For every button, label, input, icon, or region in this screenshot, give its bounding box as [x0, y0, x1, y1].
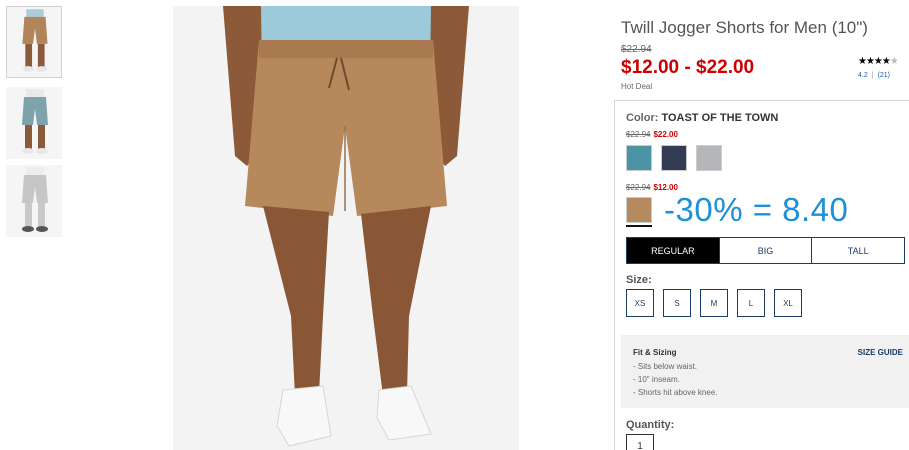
- fit-tabs: REGULAR BIG TALL: [626, 237, 905, 264]
- selected-swatch-indicator: [626, 225, 652, 227]
- size-label: Size:: [626, 274, 652, 286]
- size-option-l[interactable]: L: [737, 289, 765, 317]
- swatch-grey[interactable]: [696, 145, 722, 171]
- color-label: Color:: [626, 112, 659, 124]
- original-price: $22.94: [621, 44, 652, 55]
- size-option-m[interactable]: M: [700, 289, 728, 317]
- thumbnail-blue[interactable]: [6, 87, 62, 159]
- selected-color-name: TOAST OF THE TOWN: [661, 112, 779, 124]
- main-product-image[interactable]: [173, 6, 519, 450]
- khaki-shorts-thumbnail-image: [7, 7, 61, 77]
- product-title: Twill Jogger Shorts for Men (10"): [621, 18, 868, 37]
- khaki-shorts-photo: [173, 6, 519, 450]
- tab-regular[interactable]: REGULAR: [627, 238, 720, 263]
- fit-bullet: - Shorts hit above knee.: [633, 388, 718, 397]
- thumbnail-khaki[interactable]: [6, 6, 62, 78]
- size-option-s[interactable]: S: [663, 289, 691, 317]
- grey-shorts-thumbnail-image: [6, 165, 62, 237]
- rating-summary[interactable]: 4.2 | (21): [858, 72, 890, 79]
- size-guide-link[interactable]: SIZE GUIDE: [858, 348, 903, 357]
- blue-shorts-thumbnail-image: [6, 87, 62, 159]
- hot-deal-label: Hot Deal: [621, 82, 653, 91]
- size-option-xl[interactable]: XL: [774, 289, 802, 317]
- group2-original-price: $22.94: [626, 183, 651, 192]
- star-empty-icon: ★: [889, 56, 899, 67]
- sale-price-range: $12.00 - $22.00: [621, 57, 755, 78]
- quantity-label: Quantity:: [626, 419, 675, 431]
- size-option-xs[interactable]: XS: [626, 289, 654, 317]
- group1-sale-price: $22.00: [653, 130, 678, 139]
- group1-original-price: $22.94: [626, 130, 651, 139]
- star-icon: ★★★★: [858, 56, 891, 67]
- tab-tall[interactable]: TALL: [812, 238, 904, 263]
- fit-sizing-box: Fit & Sizing SIZE GUIDE - Sits below wai…: [621, 335, 909, 408]
- fit-sizing-title: Fit & Sizing: [633, 348, 677, 357]
- product-info-panel: Twill Jogger Shorts for Men (10") $22.94…: [614, 0, 909, 450]
- tab-big[interactable]: BIG: [720, 238, 813, 263]
- fit-bullet: - 10" inseam.: [633, 375, 680, 384]
- swatch-navy[interactable]: [661, 145, 687, 171]
- swatch-toast-of-the-town[interactable]: [626, 197, 652, 223]
- swatch-teal[interactable]: [626, 145, 652, 171]
- fit-bullet: - Sits below waist.: [633, 362, 698, 371]
- discount-annotation: -30% = 8.40: [664, 191, 849, 228]
- thumbnail-grey[interactable]: [6, 165, 62, 237]
- quantity-input[interactable]: 1: [626, 434, 654, 450]
- rating-stars[interactable]: ★★★★★: [858, 56, 899, 67]
- rating-value: 4.2: [858, 72, 868, 79]
- color-group1-price: $22.94 $22.00: [626, 130, 678, 139]
- color-selection: Color: TOAST OF THE TOWN: [626, 112, 778, 124]
- rating-divider: |: [871, 72, 874, 79]
- review-count: (21): [877, 72, 891, 79]
